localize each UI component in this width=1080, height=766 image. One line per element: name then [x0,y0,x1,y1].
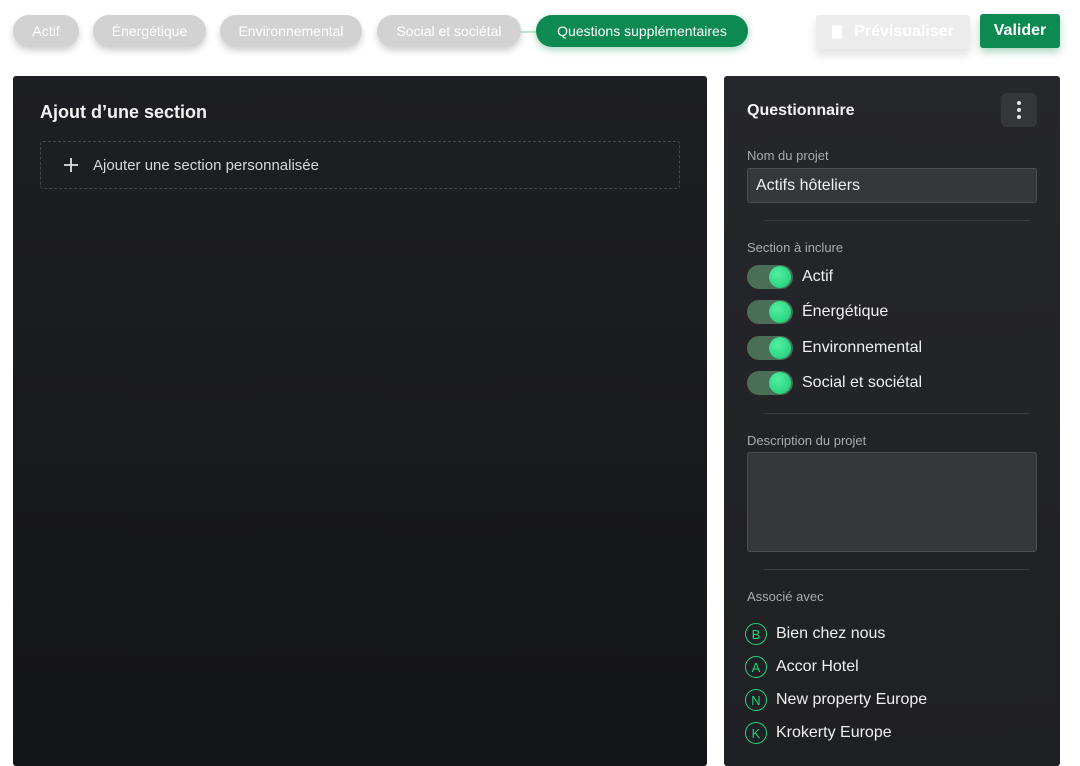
more-options-button[interactable] [1001,93,1037,127]
toggle-label: Social et sociétal [802,374,923,391]
document-icon [832,25,843,39]
toggle-switch[interactable] [747,336,793,360]
project-name-label: Nom du projet [747,148,829,163]
toggle-switch[interactable] [747,265,793,289]
questionnaire-title: Questionnaire [747,102,855,119]
sections-label: Section à inclure [747,240,844,255]
toggle-label: Environnemental [802,339,923,356]
add-custom-section-button[interactable]: Ajouter une section personnalisée [40,141,680,189]
description-textarea[interactable] [747,452,1037,552]
associated-name: Accor Hotel [776,658,859,675]
step-label: Environnemental [238,23,344,39]
toggle-knob [769,301,791,323]
avatar: K [745,722,767,744]
step-energetique[interactable]: Énergétique [93,15,206,47]
step-questions-supplementaires[interactable]: Questions supplémentaires [536,15,748,47]
associated-name: Krokerty Europe [776,724,892,741]
validate-button[interactable]: Valider [980,14,1060,48]
divider [764,413,1029,414]
avatar: A [745,656,767,678]
description-label: Description du projet [747,433,867,448]
project-name-input[interactable] [747,168,1037,203]
kebab-icon [1017,101,1021,105]
toggle-knob [769,372,791,394]
toggle-knob [769,337,791,359]
section-toggle-energetique[interactable]: Énergétique [747,300,888,324]
divider [764,569,1029,570]
section-builder-panel: Ajout d’une section Ajouter une section … [13,76,707,766]
associated-item[interactable]: B Bien chez nous [745,621,885,647]
questionnaire-panel: Questionnaire Nom du projet Section à in… [724,76,1060,766]
avatar: B [745,623,767,645]
step-actif[interactable]: Actif [13,15,79,47]
toggle-switch[interactable] [747,371,793,395]
associated-name: New property Europe [776,691,928,708]
step-label: Questions supplémentaires [557,23,727,39]
add-section-label: Ajouter une section personnalisée [93,156,319,174]
step-social-societal[interactable]: Social et sociétal [377,15,521,47]
kebab-icon [1017,108,1021,112]
step-environnemental[interactable]: Environnemental [220,15,362,47]
section-toggle-actif[interactable]: Actif [747,265,833,289]
associated-item[interactable]: A Accor Hotel [745,654,859,680]
divider [764,220,1029,221]
associated-item[interactable]: N New property Europe [745,687,927,713]
associated-name: Bien chez nous [776,625,886,642]
step-label: Actif [32,23,60,39]
plus-icon [64,158,78,172]
kebab-icon [1017,115,1021,119]
associated-label: Associé avec [747,589,824,604]
preview-label: Prévisualiser [854,23,954,40]
toggle-label: Actif [802,268,834,285]
panel-title: Ajout d’une section [40,102,208,122]
avatar: N [745,689,767,711]
validate-label: Valider [993,22,1047,39]
toggle-switch[interactable] [747,300,793,324]
toggle-label: Énergétique [802,303,889,320]
toggle-knob [769,266,791,288]
associated-item[interactable]: K Krokerty Europe [745,720,892,746]
step-label: Énergétique [111,23,188,39]
step-label: Social et sociétal [396,23,502,39]
preview-button[interactable]: Prévisualiser [816,15,970,49]
section-toggle-environnemental[interactable]: Environnemental [747,336,922,360]
section-toggle-social-societal[interactable]: Social et sociétal [747,371,922,395]
